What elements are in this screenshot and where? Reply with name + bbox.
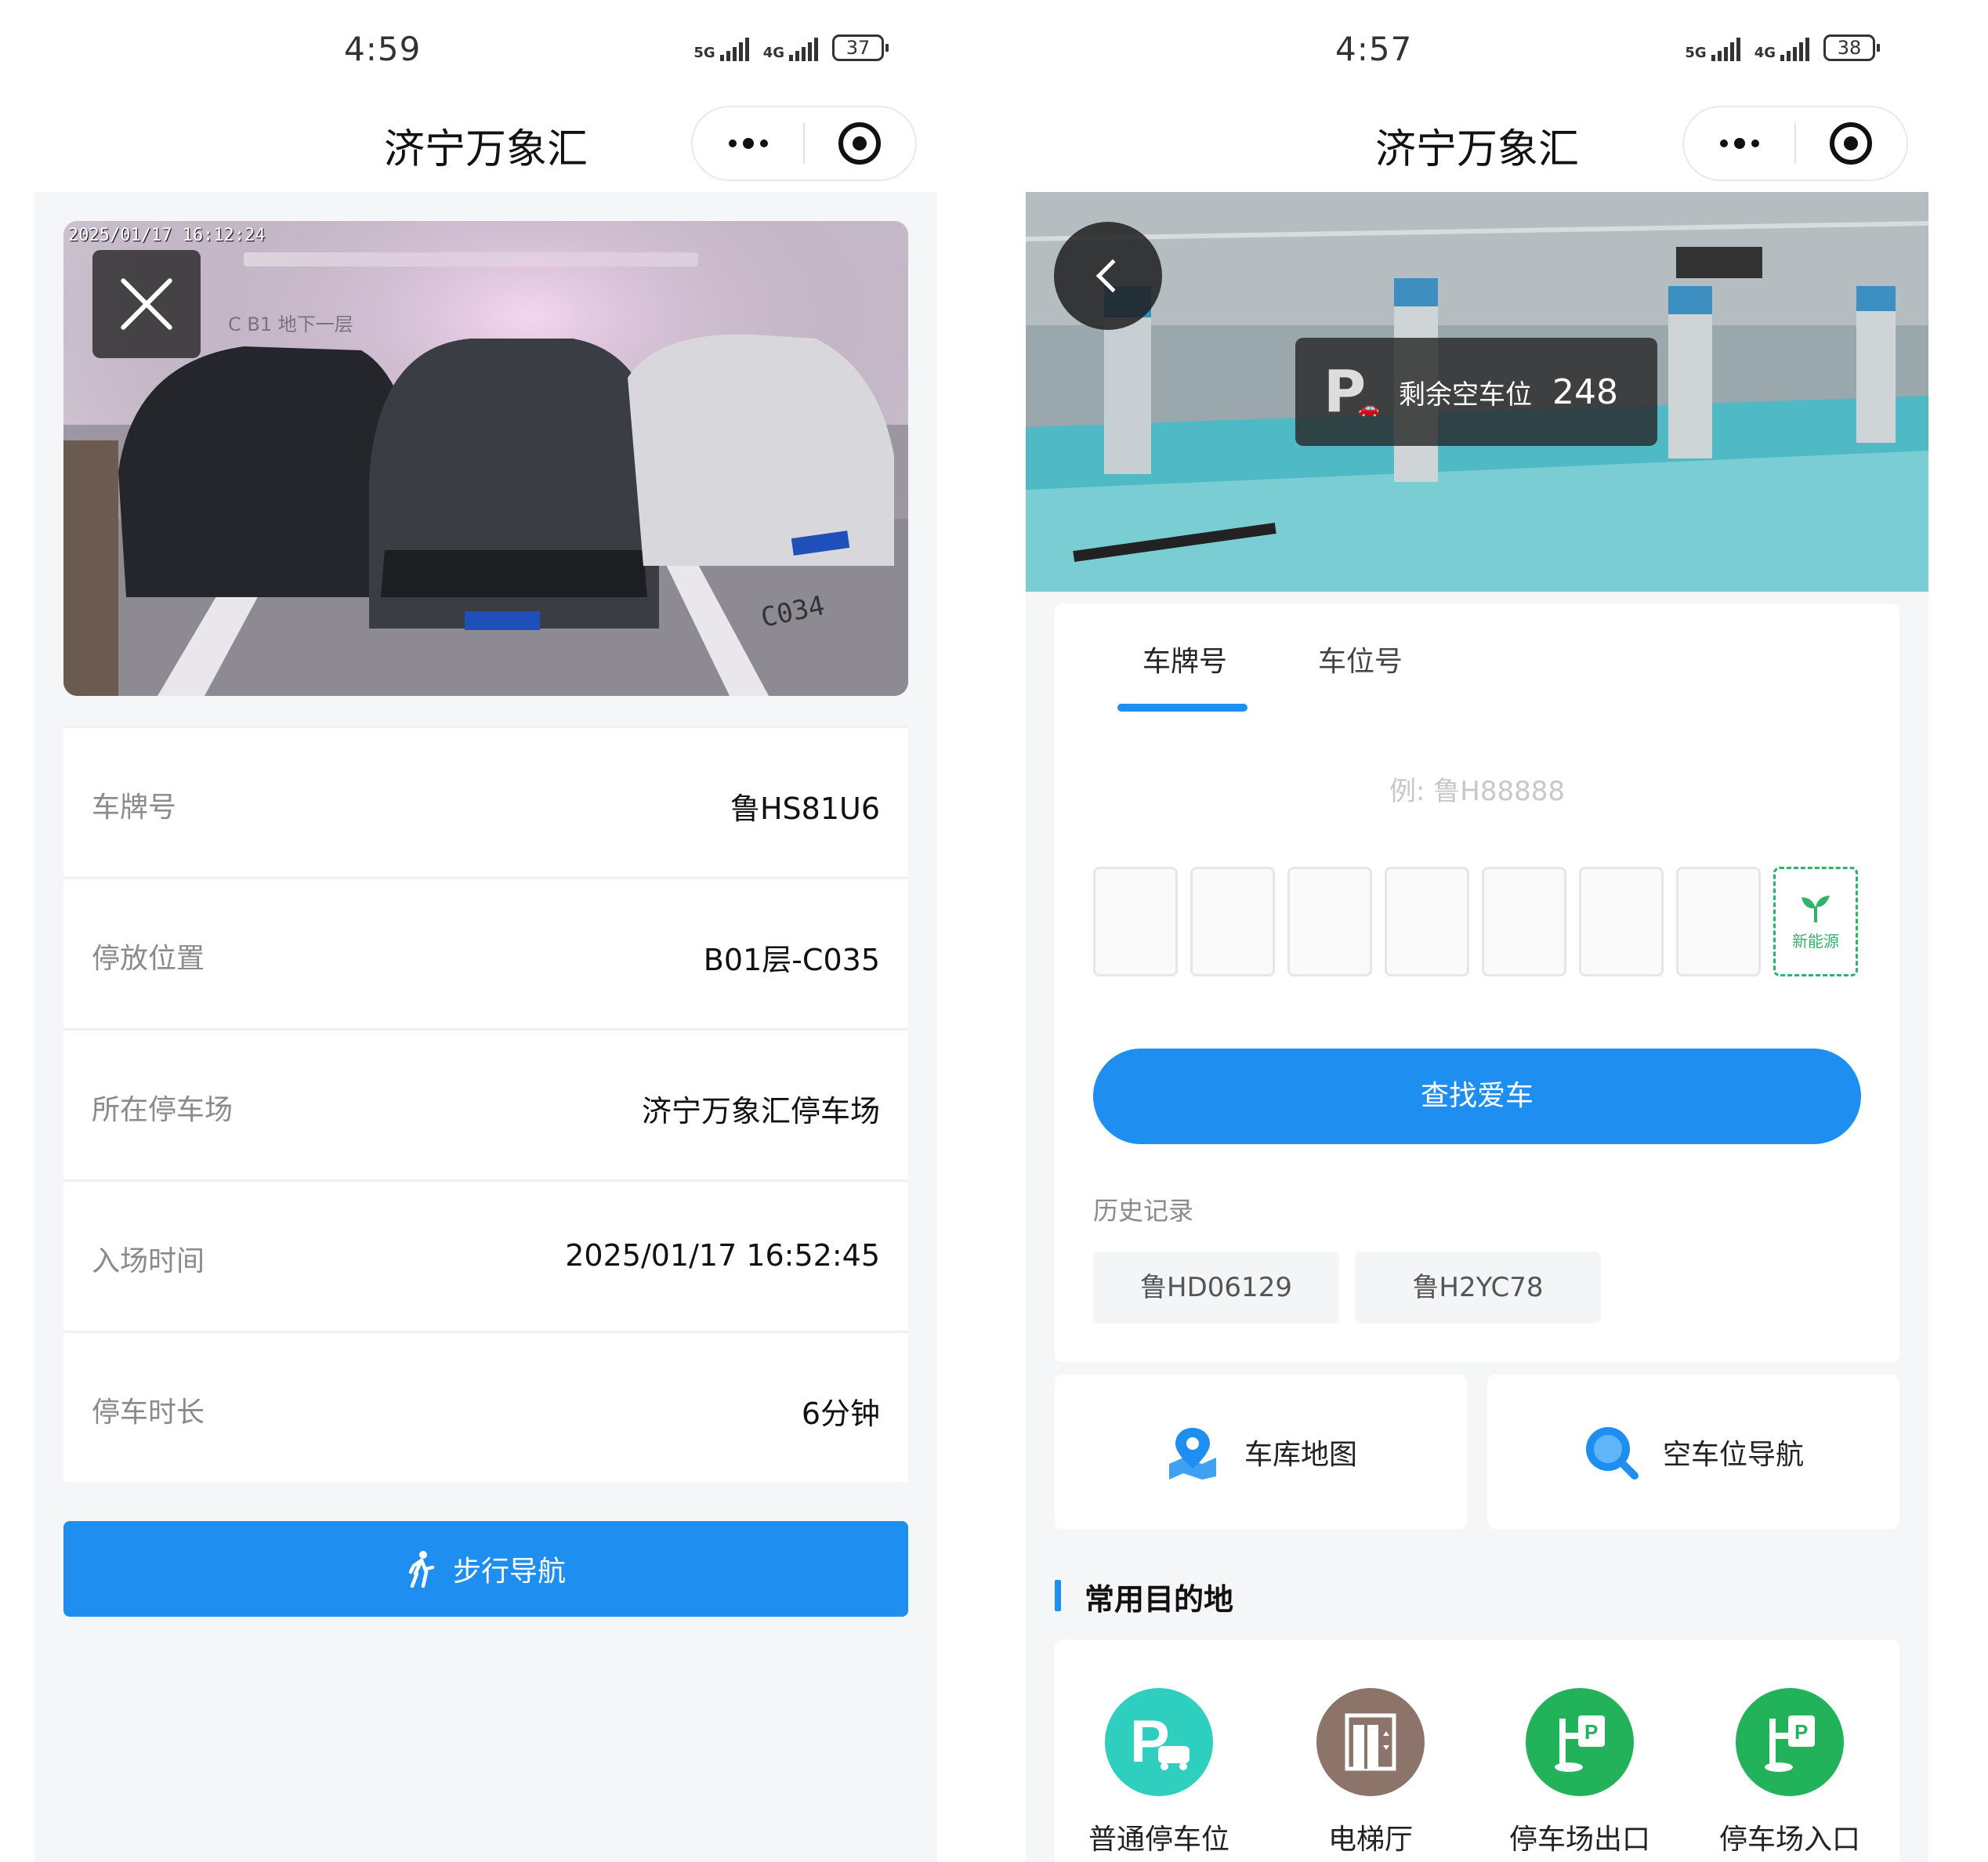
map-pin-icon [1168,1427,1216,1480]
vehicle-info-list: 车牌号 鲁HS81U6 停放位置 B01层-C035 所在停车场 济宁万象汇停车… [63,726,908,1482]
signal-4g-icon: 4G [763,38,818,61]
svg-text:P: P [1584,1720,1598,1744]
close-mini-program-icon[interactable] [1796,122,1907,165]
search-card: 车牌号 车位号 例: 鲁H88888 新能源 查找爱车 历史记录 鲁HD0612… [1055,603,1899,1362]
mini-program-capsule [691,106,917,181]
plate-char-box[interactable] [1093,867,1178,976]
walk-navigation-label: 步行导航 [452,1556,566,1588]
plate-char-box[interactable] [1676,867,1761,976]
plate-char-box[interactable] [1190,867,1275,976]
status-time: 4:59 [344,30,422,68]
find-car-button[interactable]: 查找爱车 [1093,1049,1861,1144]
plate-placeholder: 例: 鲁H88888 [1389,776,1565,807]
remaining-spots-count: 248 [1552,371,1618,412]
svg-text:P: P [1794,1720,1808,1744]
history-title: 历史记录 [1093,1196,1194,1226]
status-icons: 5G 4G 38 [1685,34,1880,61]
destination-label: 停车场出口 [1508,1824,1650,1856]
info-row-location: 停放位置 B01层-C035 [63,877,908,1028]
walking-person-icon [408,1551,435,1588]
info-row-duration: 停车时长 6分钟 [63,1331,908,1482]
signal-5g-icon: 5G [693,38,749,61]
nav-bar: 济宁万象汇 [1026,102,1928,192]
info-label: 停放位置 [92,943,205,975]
parking-camera-photo: C034 C B1 地下一层 2025/01/17 16:12:24 [63,221,908,696]
search-icon [1585,1426,1639,1480]
status-icons: 5G 4G 37 [693,34,889,61]
signal-5g-icon: 5G [1685,38,1740,61]
destination-regular-parking[interactable]: P 普通停车位 [1081,1688,1237,1857]
elevator-icon [1316,1688,1425,1796]
destination-label: 停车场入口 [1718,1824,1860,1856]
parking-exit-icon: P [1526,1688,1634,1796]
battery-icon: 38 [1823,34,1880,61]
history-chip[interactable]: 鲁H2YC78 [1355,1252,1601,1324]
plate-char-box[interactable] [1579,867,1664,976]
nav-bar: 济宁万象汇 [34,102,937,192]
sprout-icon [1802,895,1830,922]
new-energy-box[interactable]: 新能源 [1773,867,1858,976]
info-label: 所在停车场 [92,1094,234,1126]
info-label: 车牌号 [92,792,177,824]
chevron-left-icon [1095,259,1130,293]
section-title: 常用目的地 [1055,1575,1233,1618]
garage-map-button[interactable]: 车库地图 [1055,1375,1467,1529]
close-mini-program-icon[interactable] [805,122,915,165]
remaining-spots-badge: P 🚗 剩余空车位 248 [1295,338,1657,446]
active-tab-indicator [1117,704,1247,712]
info-value: 2025/01/17 16:52:45 [565,1238,880,1273]
tab-plate-number[interactable]: 车牌号 [1142,639,1227,679]
destinations-card: P 普通停车位 电梯厅 P 停车场出口 P 停车场入口 [1055,1639,1899,1862]
history-chip[interactable]: 鲁HD06129 [1093,1252,1339,1324]
empty-spot-navigation-label: 空车位导航 [1662,1438,1804,1471]
status-time: 4:57 [1335,30,1413,68]
destination-parking-entrance[interactable]: P 停车场入口 [1711,1688,1868,1857]
plate-input: 新能源 [1093,867,1858,976]
garage-banner: P 🚗 剩余空车位 248 [1026,192,1928,592]
destination-label: 电梯厅 [1327,1824,1413,1856]
tab-spot-number[interactable]: 车位号 [1318,639,1403,679]
destination-parking-exit[interactable]: P 停车场出口 [1501,1688,1658,1857]
info-row-entry-time: 入场时间 2025/01/17 16:52:45 [63,1179,908,1331]
plate-char-box[interactable] [1482,867,1566,976]
info-label: 停车时长 [92,1396,205,1429]
wall-sign-text: C B1 地下一层 [228,313,353,335]
remaining-spots-label: 剩余空车位 [1399,379,1532,411]
status-bar: 4:59 5G 4G 37 [34,0,937,102]
walk-navigation-button[interactable]: 步行导航 [63,1521,908,1617]
new-energy-label: 新能源 [1792,931,1839,951]
parking-entrance-icon: P [1736,1688,1844,1796]
parking-icon: P [1105,1688,1213,1796]
signal-4g-icon: 4G [1754,38,1809,61]
empty-spot-navigation-button[interactable]: 空车位导航 [1487,1375,1899,1529]
garage-map-label: 车库地图 [1244,1438,1357,1471]
camera-timestamp: 2025/01/17 16:12:24 [68,226,266,245]
close-photo-button[interactable] [92,250,201,358]
history-list: 鲁HD06129 鲁H2YC78 [1093,1252,1601,1324]
mini-program-capsule [1682,106,1908,181]
destination-elevator[interactable]: 电梯厅 [1292,1688,1449,1857]
destination-label: 普通停车位 [1088,1824,1229,1856]
info-value: 6分钟 [801,1396,880,1431]
back-button[interactable] [1054,222,1162,330]
left-screen: 4:59 5G 4G 37 济宁万象汇 C034 C B1 地下一层 2025/… [34,0,937,1862]
info-value: 鲁HS81U6 [730,792,880,826]
info-row-parking-lot: 所在停车场 济宁万象汇停车场 [63,1028,908,1179]
right-screen: 4:57 5G 4G 38 济宁万象汇 P 🚗 剩余空车位 248 车牌号 车位… [1026,0,1928,1862]
info-value: B01层-C035 [703,943,880,977]
info-label: 入场时间 [92,1245,205,1277]
battery-icon: 37 [832,34,889,61]
more-icon[interactable] [693,138,803,149]
more-icon[interactable] [1684,138,1794,149]
plate-char-box[interactable] [1385,867,1469,976]
parking-icon: P 🚗 [1324,358,1380,426]
status-bar: 4:57 5G 4G 38 [1026,0,1928,102]
plate-char-box[interactable] [1287,867,1372,976]
info-value: 济宁万象汇停车场 [641,1094,880,1128]
info-row-plate: 车牌号 鲁HS81U6 [63,726,908,877]
